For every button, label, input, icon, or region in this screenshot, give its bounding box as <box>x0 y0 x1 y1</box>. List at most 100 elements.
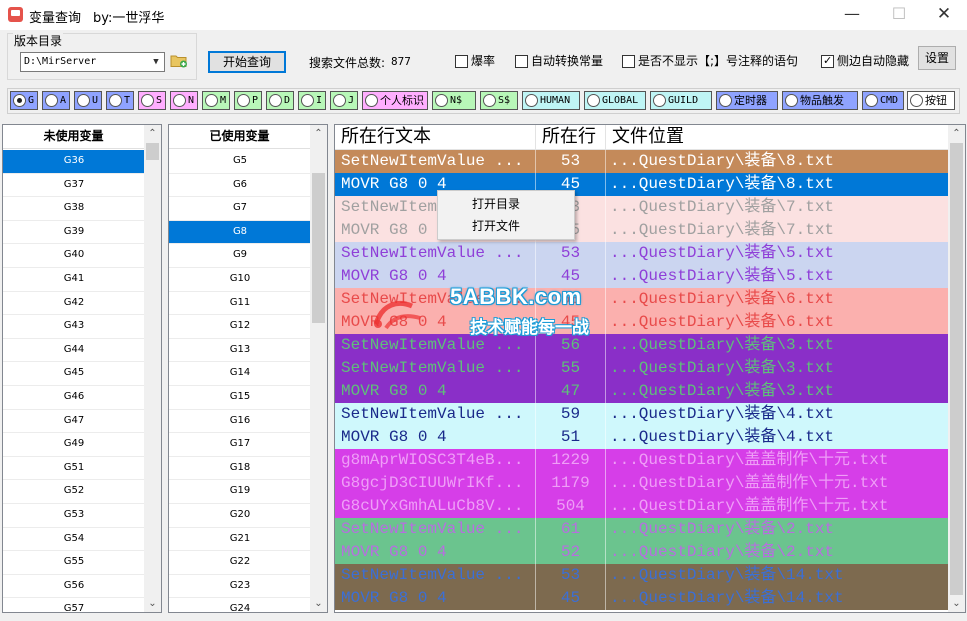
list-item[interactable]: G10 <box>169 268 311 292</box>
scroll-thumb[interactable] <box>950 143 963 595</box>
filter-16[interactable]: GUILD <box>650 91 712 110</box>
table-row[interactable]: MOVR G8 0 4 45 ...QuestDiary\装备\8.txt <box>335 173 949 196</box>
list-item[interactable]: G8 <box>169 220 311 245</box>
menu-item-open-file[interactable]: 打开文件 <box>438 215 574 237</box>
list-item[interactable]: G56 <box>3 575 145 599</box>
used-variable-list[interactable]: 已使用变量 G5 G6 G7 G8 G9 G10 G11 G12 G13 G14 G15 G16 G17… <box>168 124 328 613</box>
list-item[interactable]: G5 <box>169 150 311 174</box>
radio-icon[interactable] <box>205 94 218 107</box>
table-row[interactable]: G8gcjD3CIUUWrIKf... 1179 ...QuestDiary\盖盖制… <box>335 472 949 495</box>
list-item[interactable]: G42 <box>3 292 145 316</box>
list-item[interactable]: G41 <box>3 268 145 292</box>
list-item[interactable]: G55 <box>3 551 145 575</box>
checkbox-box-checked[interactable] <box>821 54 834 68</box>
list-item[interactable]: G38 <box>3 197 145 221</box>
radio-icon[interactable] <box>653 94 666 107</box>
list-item[interactable]: G12 <box>169 315 311 339</box>
checkbox-box[interactable] <box>515 55 528 68</box>
column-header-line-text[interactable]: 所在行文本 <box>335 125 536 150</box>
table-row[interactable]: g8mAprWIOSC3T4eB... 1229 ...QuestDiary\盖盖制… <box>335 449 949 472</box>
radio-icon[interactable] <box>719 94 732 107</box>
scroll-down-icon[interactable]: ⌄ <box>310 595 327 612</box>
column-header-file-location[interactable]: 文件位置 <box>606 125 949 150</box>
filter-4[interactable]: S <box>138 91 166 110</box>
radio-icon[interactable] <box>910 94 923 107</box>
filter-11[interactable]: 个人标识 <box>362 91 428 110</box>
radio-icon[interactable] <box>237 94 250 107</box>
list-item[interactable]: G20 <box>169 504 311 528</box>
scroll-up-icon[interactable]: ⌃ <box>144 125 161 142</box>
radio-icon[interactable] <box>785 94 798 107</box>
start-query-button[interactable]: 开始查询 <box>208 51 286 73</box>
list-item[interactable]: G14 <box>169 362 311 386</box>
radio-icon[interactable] <box>173 94 186 107</box>
list-item[interactable]: G7 <box>169 197 311 221</box>
table-row[interactable]: SetNewItemValue ... 53 ...QuestDiary\装备\14… <box>335 564 949 587</box>
scroll-up-icon[interactable]: ⌃ <box>948 125 965 142</box>
radio-icon[interactable] <box>865 94 878 107</box>
list-item[interactable]: G49 <box>3 433 145 457</box>
scroll-thumb[interactable] <box>146 143 159 160</box>
scroll-thumb[interactable] <box>312 173 325 323</box>
filter-5[interactable]: N <box>170 91 198 110</box>
list-item[interactable]: G57 <box>3 598 145 612</box>
list-item[interactable]: G37 <box>3 174 145 198</box>
radio-icon[interactable] <box>587 94 600 107</box>
radio-icon[interactable] <box>365 94 378 107</box>
list-item[interactable]: G24 <box>169 598 311 612</box>
filter-3[interactable]: T <box>106 91 134 110</box>
list-item[interactable]: G9 <box>169 244 311 268</box>
table-row[interactable]: SetNewItemValue ... 59 ...QuestDiary\装备\4.… <box>335 403 949 426</box>
list-item[interactable]: G47 <box>3 410 145 434</box>
scroll-down-icon[interactable]: ⌄ <box>948 595 965 612</box>
radio-icon[interactable] <box>45 94 58 107</box>
filter-15[interactable]: GLOBAL <box>584 91 646 110</box>
table-row[interactable]: SetNewItemValue ...53...QuestDiary\装备\7.… <box>335 196 949 219</box>
list-item[interactable]: G43 <box>3 315 145 339</box>
scroll-up-icon[interactable]: ⌃ <box>310 125 327 142</box>
filter-14[interactable]: HUMAN <box>522 91 580 110</box>
list-item[interactable]: G45 <box>3 362 145 386</box>
unused-list-scrollbar[interactable]: ⌃ ⌄ <box>144 125 161 612</box>
list-item[interactable]: G36 <box>3 150 145 174</box>
filter-1[interactable]: A <box>42 91 70 110</box>
scroll-down-icon[interactable]: ⌄ <box>144 595 161 612</box>
list-item[interactable]: G18 <box>169 457 311 481</box>
maximize-button[interactable]: ☐ <box>876 0 922 30</box>
list-item[interactable]: G53 <box>3 504 145 528</box>
list-item[interactable]: G15 <box>169 386 311 410</box>
results-scrollbar[interactable]: ⌃ ⌄ <box>948 125 965 612</box>
filter-9[interactable]: I <box>298 91 326 110</box>
list-item[interactable]: G17 <box>169 433 311 457</box>
list-item[interactable]: G21 <box>169 528 311 552</box>
list-item[interactable]: G46 <box>3 386 145 410</box>
filter-18[interactable]: 物品触发 <box>782 91 858 110</box>
close-button[interactable]: ✕ <box>921 0 967 30</box>
checkbox-box[interactable] <box>455 55 468 68</box>
table-row[interactable]: G8cUYxGmhALuCb8V... 504 ...QuestDiary\盖盖制作… <box>335 495 949 518</box>
radio-icon[interactable] <box>525 94 538 107</box>
menu-item-open-directory[interactable]: 打开目录 <box>438 193 574 215</box>
radio-icon[interactable] <box>301 94 314 107</box>
filter-10[interactable]: J <box>330 91 358 110</box>
list-item[interactable]: G6 <box>169 174 311 198</box>
filter-19[interactable]: CMD <box>862 91 904 110</box>
list-item[interactable]: G23 <box>169 575 311 599</box>
used-list-scrollbar[interactable]: ⌃ ⌄ <box>310 125 327 612</box>
list-item[interactable]: G22 <box>169 551 311 575</box>
minimize-button[interactable]: — <box>829 0 875 30</box>
list-item[interactable]: G40 <box>3 244 145 268</box>
settings-button[interactable]: 设置 <box>918 46 956 70</box>
folder-add-icon[interactable] <box>170 53 188 68</box>
radio-icon[interactable] <box>269 94 282 107</box>
version-dir-select[interactable]: D:\MirServer ▼ <box>20 52 165 72</box>
radio-icon[interactable] <box>13 94 26 107</box>
list-item[interactable]: G51 <box>3 457 145 481</box>
list-item[interactable]: G39 <box>3 221 145 245</box>
table-row[interactable]: SetNewItemValue ... 55 ...QuestDiary\装备\3.… <box>335 357 949 380</box>
list-item[interactable]: G52 <box>3 480 145 504</box>
table-row[interactable]: SetNewItemValue ... 53 ...QuestDiary\装备\8.… <box>335 150 949 173</box>
table-row[interactable]: MOVR G8 0 445...QuestDiary\装备\7.txt <box>335 219 949 242</box>
filter-17[interactable]: 定时器 <box>716 91 778 110</box>
list-item[interactable]: G13 <box>169 339 311 363</box>
